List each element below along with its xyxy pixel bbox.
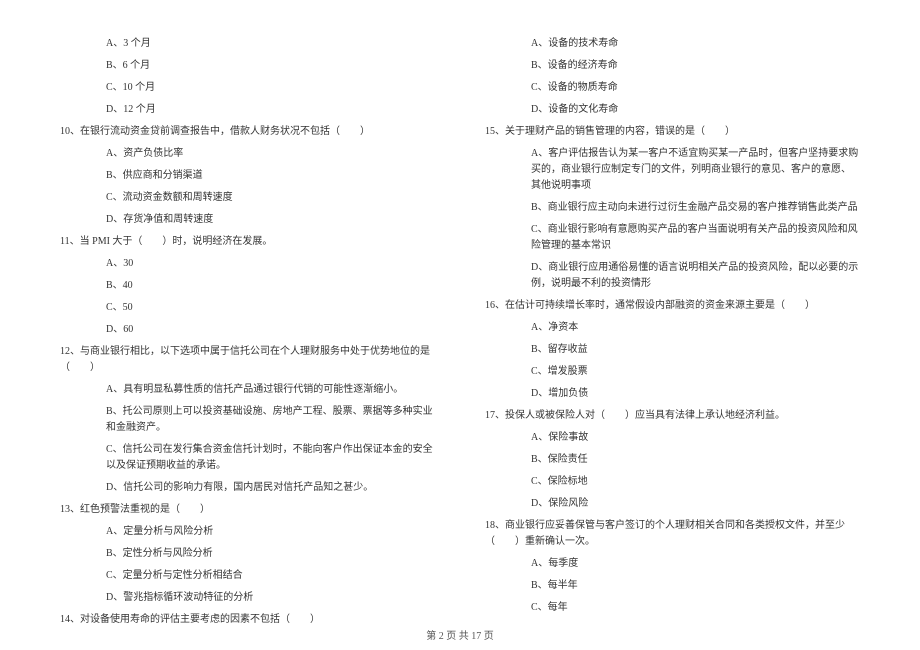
q11-option-d: D、60 [60,322,435,338]
q10-option-c: C、流动资金数额和周转速度 [60,190,435,206]
q15-stem: 15、关于理财产品的销售管理的内容，错误的是（ ） [485,124,860,140]
q17-option-b: B、保险责任 [485,452,860,468]
q16-option-d: D、增加负债 [485,386,860,402]
q16-option-b: B、留存收益 [485,342,860,358]
q15-option-a: A、客户评估报告认为某一客户不适宜购买某一产品时，但客户坚持要求购买的，商业银行… [485,146,860,194]
page-container: A、3 个月 B、6 个月 C、10 个月 D、12 个月 10、在银行流动资金… [0,0,920,650]
q13-stem: 13、红色预警法重视的是（ ） [60,502,435,518]
q18-option-a: A、每季度 [485,556,860,572]
q14-stem: 14、对设备使用寿命的评估主要考虑的因素不包括（ ） [60,612,435,628]
q12-option-d: D、信托公司的影响力有限，国内居民对信托产品知之甚少。 [60,480,435,496]
q12-option-b: B、托公司原则上可以投资基础设施、房地产工程、股票、票据等多种实业和金融资产。 [60,404,435,436]
q14-option-d: D、设备的文化寿命 [485,102,860,118]
q14-option-c: C、设备的物质寿命 [485,80,860,96]
q15-option-c: C、商业银行影响有意愿购买产品的客户当面说明有关产品的投资风险和风险管理的基本常… [485,222,860,254]
q9-option-c: C、10 个月 [60,80,435,96]
q16-option-c: C、增发股票 [485,364,860,380]
q14-option-b: B、设备的经济寿命 [485,58,860,74]
q18-option-c: C、每年 [485,600,860,616]
q13-option-c: C、定量分析与定性分析相结合 [60,568,435,584]
q18-stem: 18、商业银行应妥善保管与客户签订的个人理财相关合同和各类授权文件，并至少（ ）… [485,518,860,550]
q11-stem: 11、当 PMI 大于（ ）时，说明经济在发展。 [60,234,435,250]
q9-option-a: A、3 个月 [60,36,435,52]
q12-stem: 12、与商业银行相比，以下选项中属于信托公司在个人理财服务中处于优势地位的是（ … [60,344,435,376]
q10-option-d: D、存货净值和周转速度 [60,212,435,228]
q17-option-c: C、保险标地 [485,474,860,490]
q15-option-d-text: D、商业银行应用通俗易懂的语言说明相关产品的投资风险，配以必要的示例，说明最不利… [531,262,858,289]
left-column: A、3 个月 B、6 个月 C、10 个月 D、12 个月 10、在银行流动资金… [40,30,460,630]
q12-option-c: C、信托公司在发行集合资金信托计划时，不能向客户作出保证本金的安全以及保证预期收… [60,442,435,474]
page-footer: 第 2 页 共 17 页 [0,627,920,642]
q16-stem: 16、在估计可持续增长率时，通常假设内部融资的资金来源主要是（ ） [485,298,860,314]
q9-option-b: B、6 个月 [60,58,435,74]
q9-option-d: D、12 个月 [60,102,435,118]
q17-option-a: A、保险事故 [485,430,860,446]
q10-option-a: A、资产负债比率 [60,146,435,162]
q13-option-a: A、定量分析与风险分析 [60,524,435,540]
q13-option-d: D、警兆指标循环波动特征的分析 [60,590,435,606]
q17-option-d: D、保险风险 [485,496,860,512]
q10-option-b: B、供应商和分销渠道 [60,168,435,184]
q15-option-b: B、商业银行应主动向未进行过衍生金融产品交易的客户推荐销售此类产品 [485,200,860,216]
q17-stem: 17、投保人或被保险人对（ ）应当具有法律上承认地经济利益。 [485,408,860,424]
q14-option-a: A、设备的技术寿命 [485,36,860,52]
q18-option-b: B、每半年 [485,578,860,594]
q12-option-a: A、具有明显私募性质的信托产品通过银行代销的可能性逐渐缩小。 [60,382,435,398]
q16-option-a: A、净资本 [485,320,860,336]
q10-stem: 10、在银行流动资金贷前调查报告中，借款人财务状况不包括（ ） [60,124,435,140]
q15-option-d: D、商业银行应用通俗易懂的语言说明相关产品的投资风险，配以必要的示例，说明最不利… [485,260,860,292]
right-column: A、设备的技术寿命 B、设备的经济寿命 C、设备的物质寿命 D、设备的文化寿命 … [460,30,880,630]
q12-option-c-text: C、信托公司在发行集合资金信托计划时，不能向客户作出保证本金的安全以及保证预期收… [106,444,433,471]
q15-option-a-text: A、客户评估报告认为某一客户不适宜购买某一产品时，但客户坚持要求购买的，商业银行… [531,148,858,191]
q11-option-a: A、30 [60,256,435,272]
q11-option-c: C、50 [60,300,435,316]
q13-option-b: B、定性分析与风险分析 [60,546,435,562]
q11-option-b: B、40 [60,278,435,294]
